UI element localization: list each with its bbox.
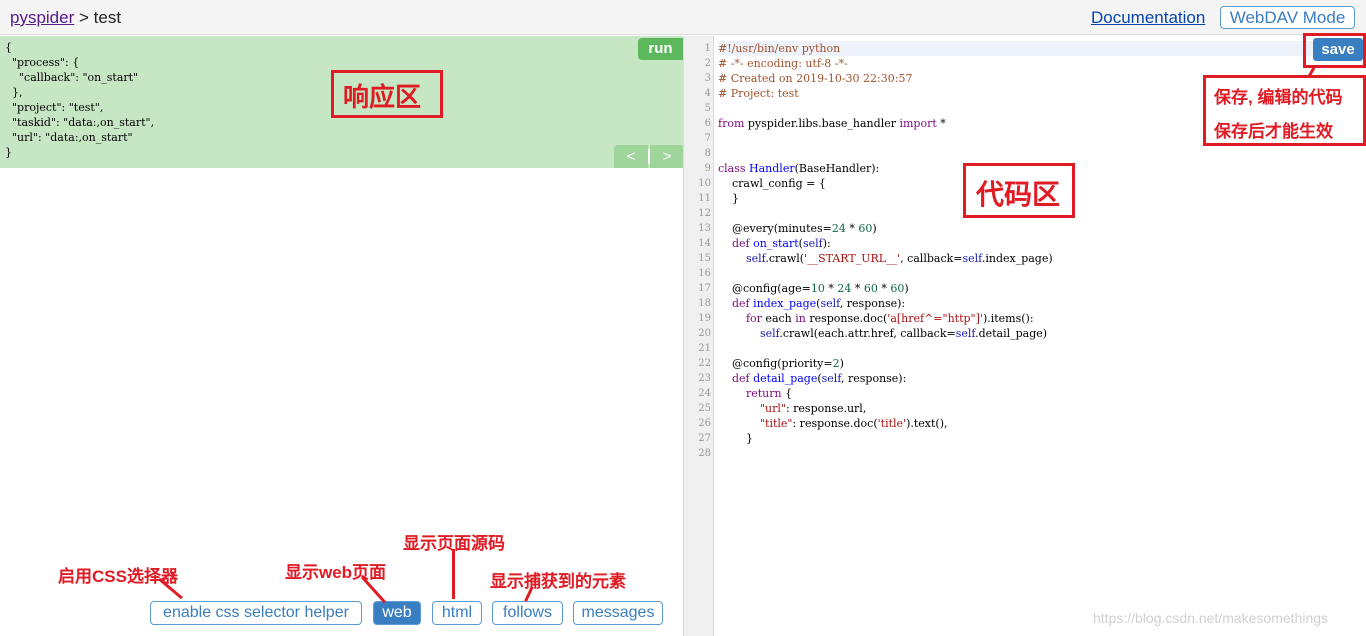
line-number: 1 [704, 43, 711, 54]
line-number: 27 [698, 433, 711, 444]
code-line[interactable]: self.crawl(each.attr.href, callback=self… [718, 326, 1358, 341]
watermark: https://blog.csdn.net/makesomethings [1093, 610, 1329, 626]
webdav-mode-button[interactable]: WebDAV Mode [1220, 6, 1355, 29]
breadcrumb-separator: > [79, 8, 89, 27]
follows-annotation: 显示捕获到的元素 [490, 572, 626, 591]
css-helper-annotation: 启用CSS选择器 [58, 567, 178, 586]
code-line[interactable] [718, 146, 1358, 161]
code-line[interactable]: @config(priority=2) [718, 356, 1358, 371]
response-line: { [5, 41, 12, 54]
save-note-line-1: 保存, 编辑的代码 [1214, 88, 1343, 107]
save-annotation-box [1303, 33, 1366, 68]
line-number: 13 [698, 223, 711, 234]
line-number: 20 [698, 328, 711, 339]
line-number: 4 [704, 88, 711, 99]
line-number: 19 [698, 313, 711, 324]
code-line[interactable]: def detail_page(self, response): [718, 371, 1358, 386]
run-button[interactable]: run [638, 38, 683, 60]
response-line: "taskid": "data:,on_start", [5, 116, 155, 129]
response-line: "url": "data:,on_start" [5, 131, 133, 144]
response-line: }, [5, 86, 23, 99]
line-number: 25 [698, 403, 711, 414]
code-line[interactable]: def index_page(self, response): [718, 296, 1358, 311]
line-number: 8 [704, 148, 711, 159]
response-json: { "process": { "callback": "on_start" },… [5, 40, 154, 160]
line-number: 15 [698, 253, 711, 264]
line-number: 17 [698, 283, 711, 294]
code-line[interactable]: "title": response.doc('title').text(), [718, 416, 1358, 431]
response-area-annotation: 响应区 [343, 82, 422, 112]
web-page-annotation: 显示web页面 [285, 563, 387, 582]
line-number: 26 [698, 418, 711, 429]
tab-html[interactable]: html [432, 601, 482, 625]
line-number: 3 [704, 73, 711, 84]
code-line[interactable]: @every(minutes=24 * 60) [718, 221, 1358, 236]
code-line[interactable]: for each in response.doc('a[href^="http"… [718, 311, 1358, 326]
tab-css-selector-helper[interactable]: enable css selector helper [150, 601, 362, 625]
save-note-line-2: 保存后才能生效 [1214, 122, 1333, 141]
code-line[interactable]: } [718, 431, 1358, 446]
code-line[interactable] [718, 446, 1358, 461]
line-number: 16 [698, 268, 711, 279]
line-number: 9 [704, 163, 711, 174]
code-line[interactable]: def on_start(self): [718, 236, 1358, 251]
top-bar: pyspider > test Documentation WebDAV Mod… [0, 0, 1366, 35]
line-number: 28 [698, 448, 711, 459]
code-line[interactable]: return { [718, 386, 1358, 401]
prev-button[interactable]: < [614, 145, 648, 168]
response-line: } [5, 146, 12, 159]
line-number: 2 [704, 58, 711, 69]
html-source-annotation-line [452, 549, 455, 599]
line-number-gutter: 1 2 3 4 5 6 7 8 9 10 11 12 13 14 15 16 17 18 19 20 21 22 23 24 2… [689, 41, 711, 461]
code-line[interactable] [718, 266, 1358, 281]
documentation-link[interactable]: Documentation [1091, 8, 1205, 28]
response-line: "project": "test", [5, 101, 104, 114]
line-number: 14 [698, 238, 711, 249]
line-number: 10 [698, 178, 711, 189]
code-area-annotation: 代码区 [976, 179, 1061, 210]
code-line[interactable]: "url": response.url, [718, 401, 1358, 416]
code-line[interactable]: self.crawl('__START_URL__', callback=sel… [718, 251, 1358, 266]
breadcrumb-current: test [93, 8, 122, 27]
line-number: 22 [698, 358, 711, 369]
code-line[interactable]: # -*- encoding: utf-8 -*- [718, 56, 1358, 71]
line-number: 7 [704, 133, 711, 144]
code-line[interactable] [718, 341, 1358, 356]
line-number: 11 [698, 193, 711, 204]
response-line: "callback": "on_start" [5, 71, 139, 84]
line-number: 5 [704, 103, 711, 114]
line-number: 18 [698, 298, 711, 309]
breadcrumb-home-link[interactable]: pyspider [10, 8, 74, 27]
code-line[interactable]: @config(age=10 * 24 * 60 * 60) [718, 281, 1358, 296]
tab-web[interactable]: web [373, 601, 421, 625]
breadcrumb: pyspider > test [10, 8, 121, 28]
response-line: "process": { [5, 56, 80, 69]
line-number: 21 [698, 343, 711, 354]
line-number: 6 [704, 118, 711, 129]
line-number: 12 [698, 208, 711, 219]
line-number: 24 [698, 388, 711, 399]
next-button[interactable]: > [650, 145, 684, 168]
tab-messages[interactable]: messages [573, 601, 663, 625]
code-line[interactable]: #!/usr/bin/env python [718, 41, 1358, 56]
line-number: 23 [698, 373, 711, 384]
tab-follows[interactable]: follows [492, 601, 563, 625]
